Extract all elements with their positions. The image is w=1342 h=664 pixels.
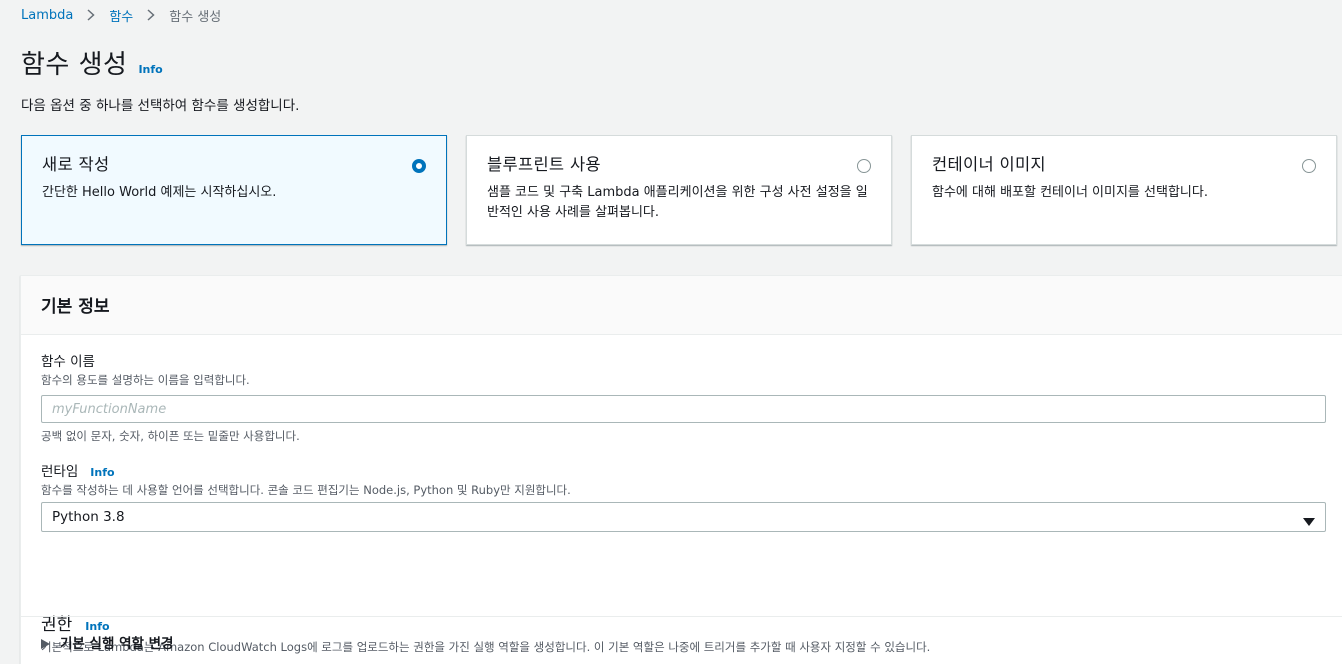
chevron-right-icon [145, 9, 157, 21]
panel-title: 기본 정보 [41, 297, 110, 317]
function-name-constraint: 공백 없이 문자, 숫자, 하이픈 또는 밑줄만 사용합니다. [41, 429, 300, 443]
caret-down-icon [1303, 512, 1315, 526]
function-name-field: 함수 이름 함수의 용도를 설명하는 이름을 입력합니다. 공백 없이 문자, … [41, 350, 1326, 444]
page-description: 다음 옵션 중 하나를 선택하여 함수를 생성합니다. [21, 98, 300, 114]
divider [21, 616, 1342, 617]
breadcrumb: Lambda 함수 함수 생성 [21, 5, 221, 25]
title-info-link[interactable]: Info [138, 63, 162, 76]
option-description: 함수에 대해 배포할 컨테이너 이미지를 선택합니다. [932, 185, 1208, 200]
runtime-description: 함수를 작성하는 데 사용할 언어를 선택합니다. 콘솔 코드 편집기는 Nod… [41, 483, 571, 497]
breadcrumb-current: 함수 생성 [169, 9, 222, 25]
caret-right-icon [41, 637, 50, 649]
create-function-page: Lambda 함수 함수 생성 함수 생성 Info 다음 옵션 중 하나를 선… [0, 0, 1342, 664]
permissions-description: 기본적으로 Lambda는 Amazon CloudWatch Logs에 로그… [41, 640, 931, 654]
basic-info-panel: 기본 정보 함수 이름 함수의 용도를 설명하는 이름을 입력합니다. 공백 없… [20, 275, 1342, 664]
radio-button-selected[interactable] [412, 159, 426, 173]
option-title: 새로 작성 [42, 155, 110, 174]
radio-button[interactable] [1302, 159, 1316, 173]
page-title: 함수 생성 Info [21, 44, 163, 81]
expander-label: 기본 실행 역할 변경 [60, 636, 174, 652]
breadcrumb-functions[interactable]: 함수 [109, 6, 133, 25]
option-author-from-scratch[interactable]: 새로 작성 간단한 Hello World 예제는 시작하십시오. [21, 135, 447, 245]
function-name-label: 함수 이름 [41, 354, 95, 370]
option-title: 컨테이너 이미지 [932, 155, 1046, 174]
radio-button[interactable] [857, 159, 871, 173]
page-title-text: 함수 생성 [21, 50, 128, 80]
panel-header: 기본 정보 [21, 276, 1342, 335]
breadcrumb-lambda[interactable]: Lambda [21, 8, 73, 23]
option-title: 블루프린트 사용 [487, 155, 601, 174]
chevron-right-icon [85, 9, 97, 21]
option-container-image[interactable]: 컨테이너 이미지 함수에 대해 배포할 컨테이너 이미지를 선택합니다. [911, 135, 1337, 245]
function-name-input[interactable] [41, 395, 1326, 423]
option-description: 간단한 Hello World 예제는 시작하십시오. [42, 185, 277, 200]
runtime-label: 런타임 [41, 464, 79, 480]
runtime-selected-value: Python 3.8 [52, 509, 125, 525]
option-use-blueprint[interactable]: 블루프린트 사용 샘플 코드 및 구축 Lambda 애플리케이션을 위한 구성… [466, 135, 892, 245]
runtime-field: 런타임 Info 함수를 작성하는 데 사용할 언어를 선택합니다. 콘솔 코드… [41, 460, 1326, 532]
runtime-select[interactable]: Python 3.8 [41, 502, 1326, 532]
runtime-info-link[interactable]: Info [90, 466, 114, 479]
runtime-label-row: 런타임 Info [41, 460, 1326, 480]
option-description: 샘플 코드 및 구축 Lambda 애플리케이션을 위한 구성 사전 설정을 일… [487, 185, 868, 220]
change-default-execution-role-expander[interactable]: 기본 실행 역할 변경 [41, 632, 173, 652]
permissions-title-row: 권한 Info [41, 610, 930, 635]
function-name-description: 함수의 용도를 설명하는 이름을 입력합니다. [41, 373, 250, 387]
